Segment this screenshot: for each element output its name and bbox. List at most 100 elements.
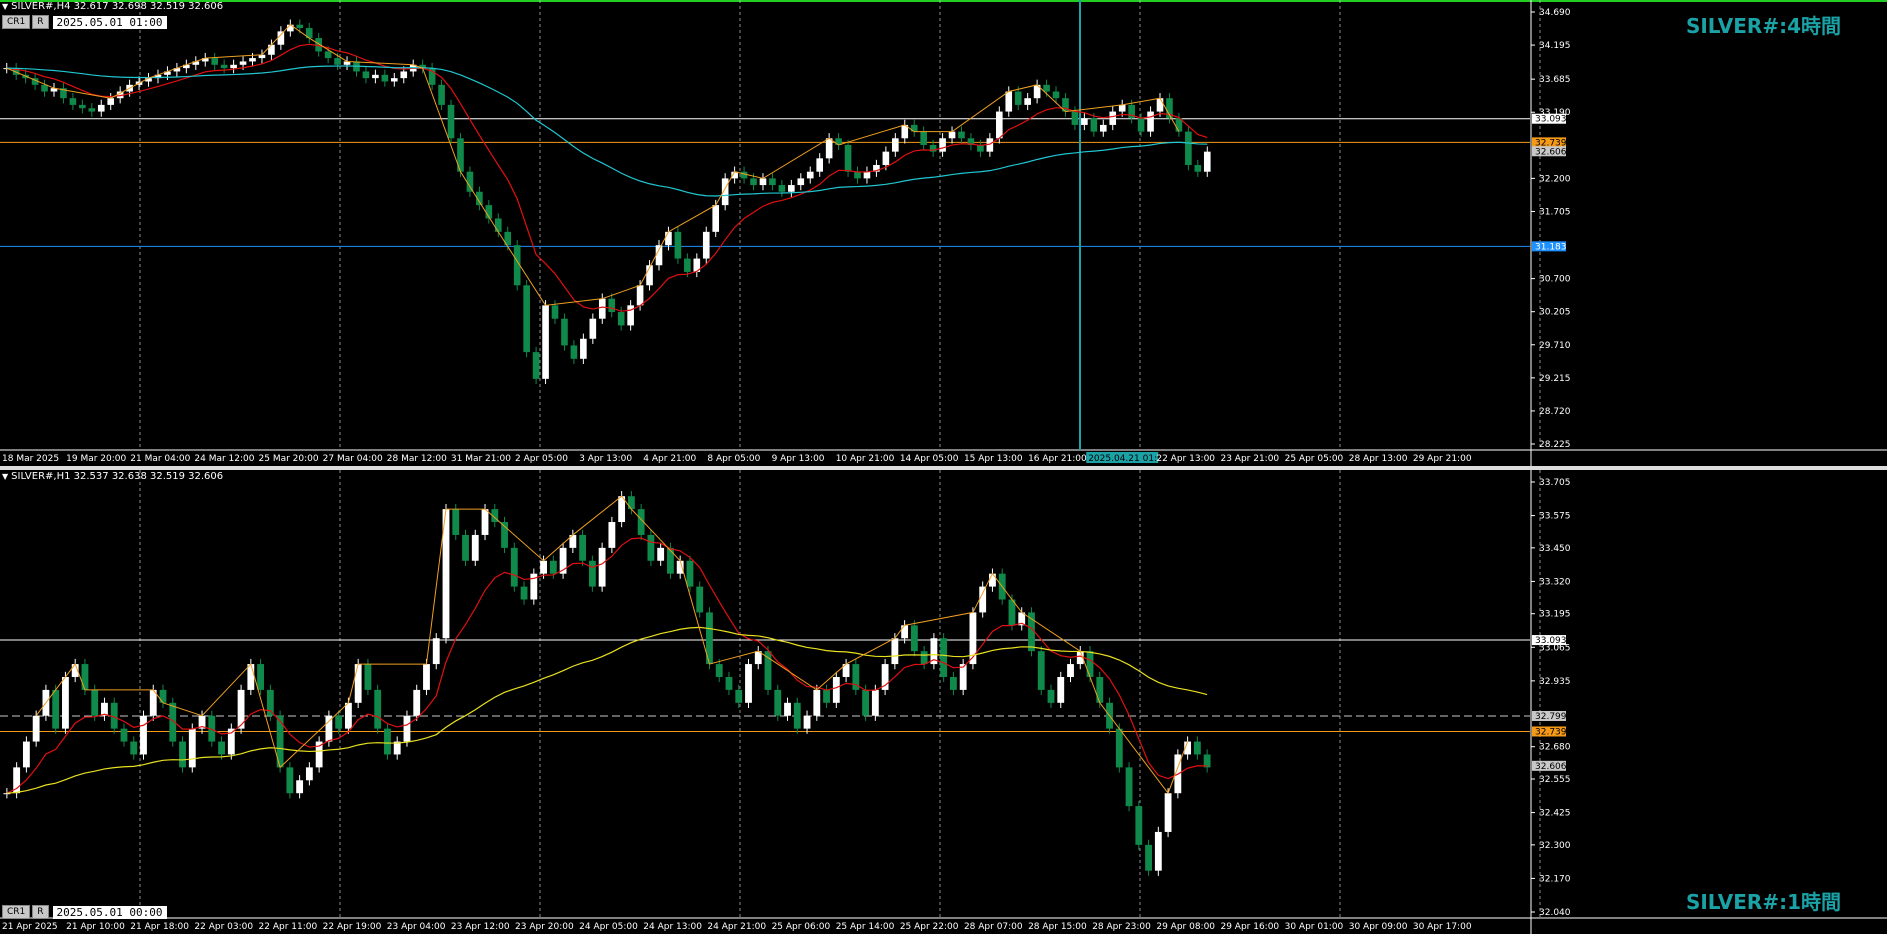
- candle-body: [939, 138, 946, 152]
- candle-body: [667, 547, 674, 574]
- h1-chart-svg[interactable]: 33.70533.57533.45033.32033.19533.06532.9…: [0, 470, 1887, 934]
- candle-body: [627, 305, 634, 326]
- candle-body: [1005, 91, 1013, 112]
- time-label: 23 Apr 12:00: [451, 922, 510, 932]
- price-tick-label: 30.700: [1539, 275, 1571, 285]
- candle-body: [52, 689, 60, 729]
- time-label: 10 Apr 21:00: [836, 454, 895, 464]
- candle-body: [1118, 104, 1126, 112]
- price-tag-label: 31.183: [1535, 242, 1567, 252]
- h1-datetime-field[interactable]: 2025.05.01 00:00: [52, 905, 167, 919]
- candle-body: [832, 676, 840, 703]
- candle-body: [959, 664, 967, 690]
- candle-body: [1096, 676, 1104, 703]
- price-tag-label: 32.606: [1535, 147, 1567, 157]
- candle-body: [598, 298, 606, 319]
- candle-body: [523, 285, 530, 353]
- chart-pane-h4[interactable]: 34.690 34.195 33.685 33.190 32.200 31.705 30.7…: [0, 0, 1887, 466]
- candle-body: [452, 509, 460, 535]
- price-tick-label: 28.720: [1539, 407, 1571, 417]
- candle-body: [788, 185, 795, 192]
- candle-body: [140, 715, 147, 755]
- h1-toolbar: CR1 R 2025.05.01 00:00: [2, 905, 167, 919]
- candle-body: [725, 676, 733, 690]
- time-label: 25 Apr 14:00: [836, 922, 895, 932]
- candle-body: [239, 61, 247, 65]
- candle-body: [580, 338, 587, 359]
- candle-body: [384, 728, 391, 755]
- candle-body: [882, 151, 890, 166]
- candle-body: [608, 522, 616, 548]
- h1-symbol-line: ▼ SILVER#,H1 32.537 32.638 32.519 32.606: [2, 471, 223, 482]
- h4-toolbar: CR1 R 2025.05.01 01:00: [2, 15, 167, 29]
- price-tick-label: 33.705: [1539, 478, 1571, 488]
- price-tag-label: 32.606: [1535, 762, 1567, 772]
- candle-body: [674, 231, 682, 259]
- candle-body: [1067, 664, 1074, 677]
- time-label: 28 Apr 07:00: [964, 922, 1023, 932]
- price-tick-label: 28.225: [1539, 440, 1571, 450]
- candle-body: [296, 780, 304, 794]
- collapse-triangle-icon[interactable]: ▼: [2, 472, 8, 481]
- candle-body: [958, 131, 965, 139]
- time-label: 24 Mar 12:00: [194, 454, 254, 464]
- candle-body: [520, 586, 528, 600]
- candle-body: [793, 702, 801, 729]
- price-tick-label: 32.555: [1539, 775, 1571, 785]
- ma-fast-line: [6, 43, 1208, 312]
- time-label: 28 Apr 23:00: [1092, 922, 1151, 932]
- h4-datetime-field[interactable]: 2025.05.01 01:00: [52, 15, 167, 29]
- candle-body: [32, 715, 40, 742]
- candle-body: [1090, 118, 1098, 132]
- candle-body: [1043, 84, 1050, 92]
- candle-body: [494, 218, 502, 232]
- collapse-triangle-icon[interactable]: ▼: [2, 2, 8, 11]
- candle-body: [1099, 124, 1107, 132]
- time-label: 21 Apr 10:00: [66, 922, 125, 932]
- candle-body: [91, 689, 99, 716]
- candle-body: [1047, 689, 1055, 703]
- candle-body: [462, 534, 469, 561]
- candle-body: [989, 573, 996, 587]
- candle-body: [97, 104, 105, 112]
- candle-body: [22, 741, 30, 768]
- price-tick-label: 32.680: [1539, 743, 1571, 753]
- candle-body: [769, 178, 776, 186]
- time-label: 3 Apr 13:00: [579, 454, 632, 464]
- candle-body: [759, 178, 767, 186]
- candle-body: [655, 245, 663, 266]
- price-tick-label: 33.450: [1539, 544, 1571, 554]
- candle-body: [1125, 767, 1133, 807]
- candle-body: [447, 104, 455, 139]
- candle-body: [481, 509, 489, 535]
- candle-body: [636, 285, 644, 306]
- candle-body: [79, 104, 86, 109]
- candle-body: [268, 44, 275, 55]
- candle-body: [1109, 111, 1117, 125]
- candle-body: [247, 664, 255, 690]
- time-label: 9 Apr 13:00: [772, 454, 825, 464]
- h4-chart-svg[interactable]: 34.69034.19533.68533.19032.20031.70530.7…: [0, 0, 1887, 466]
- cr1-button[interactable]: CR1: [2, 905, 31, 919]
- candle-body: [381, 74, 389, 82]
- h1-symbol-text: SILVER#,H1 32.537 32.638 32.519 32.606: [11, 471, 224, 482]
- r-button[interactable]: R: [32, 905, 49, 919]
- candle-body: [179, 741, 186, 768]
- candle-body: [540, 560, 547, 574]
- time-label: 28 Mar 12:00: [387, 454, 447, 464]
- candle-body: [561, 318, 568, 346]
- candle-body: [816, 158, 824, 172]
- candle-body: [1086, 651, 1094, 677]
- candle-body: [220, 64, 228, 69]
- r-button[interactable]: R: [32, 15, 49, 29]
- time-label: 23 Apr 20:00: [515, 922, 574, 932]
- candle-body: [784, 702, 791, 716]
- candle-body: [1164, 793, 1172, 832]
- candle-body: [712, 205, 720, 232]
- cr1-button[interactable]: CR1: [2, 15, 31, 29]
- candle-body: [510, 547, 518, 587]
- price-tag-label: 33.093: [1535, 115, 1567, 125]
- h4-symbol-line: ▼ SILVER#,H4 32.617 32.698 32.519 32.606: [2, 1, 223, 12]
- time-label: 21 Mar 04:00: [130, 454, 190, 464]
- chart-pane-h1[interactable]: 33.705 33.575 33.450 33.320 33.195 33.065 32.9…: [0, 470, 1887, 934]
